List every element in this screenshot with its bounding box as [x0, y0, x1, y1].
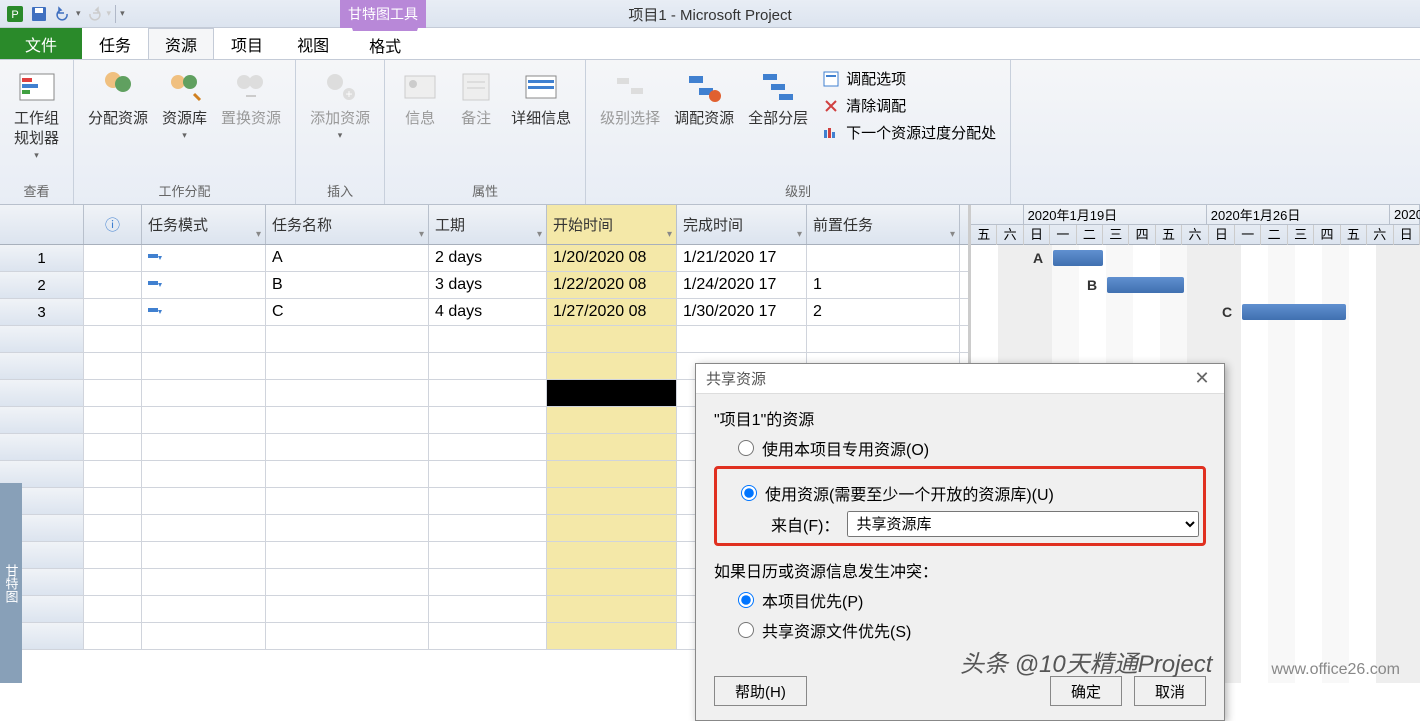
quick-access-toolbar: P ▾ ▾ ▾	[0, 0, 1420, 28]
replace-resource-icon	[230, 66, 272, 108]
header-start[interactable]: 开始时间▾	[547, 205, 677, 244]
tab-file[interactable]: 文件	[0, 28, 82, 59]
header-name[interactable]: 任务名称▾	[266, 205, 429, 244]
cancel-button[interactable]: 取消	[1134, 676, 1206, 706]
ribbon-group-insert: +添加资源 插入	[296, 60, 385, 204]
from-select[interactable]: 共享资源库	[847, 511, 1199, 537]
dialog-section-conflict: 如果日历或资源信息发生冲突： 本项目优先(P) 共享资源文件优先(S)	[714, 558, 1206, 642]
ribbon-tabs: 文件 任务 资源 项目 视图 格式	[0, 28, 1420, 60]
gantt-bar-label: A	[1033, 250, 1043, 266]
clear-level-button[interactable]: 清除调配	[816, 93, 1002, 118]
assign-resource-icon	[97, 66, 139, 108]
table-row[interactable]: 1 A 2 days 1/20/2020 08 1/21/2020 17	[0, 245, 968, 272]
svg-text:+: +	[346, 87, 353, 101]
radio-project-priority[interactable]: 本项目优先(P)	[738, 588, 1206, 612]
radio-use-resources[interactable]: 使用资源(需要至少一个开放的资源库)(U)	[741, 481, 1199, 505]
level-resource-button[interactable]: 调配资源	[668, 64, 740, 130]
next-overallocation-button[interactable]: 下一个资源过度分配处	[816, 120, 1002, 145]
svg-text:P: P	[11, 9, 18, 21]
details-button[interactable]: 详细信息	[505, 64, 577, 130]
header-info[interactable]: ⓘ	[84, 205, 142, 244]
ribbon: 工作组 规划器 查看 分配资源 资源库 置换资源 工作分配 +添加资源 插入 信…	[0, 60, 1420, 205]
grid-header: ⓘ 任务模式▾ 任务名称▾ 工期▾ 开始时间▾ 完成时间▾ 前置任务▾	[0, 205, 968, 245]
assign-resource-button[interactable]: 分配资源	[82, 64, 154, 130]
level-all-icon	[757, 66, 799, 108]
ribbon-group-level: 级别选择 调配资源 全部分层 调配选项 清除调配 下一个资源过度分配处 级别	[586, 60, 1011, 204]
level-resource-icon	[683, 66, 725, 108]
save-icon[interactable]	[28, 3, 50, 25]
add-resource-button: +添加资源	[304, 64, 376, 143]
dialog-section-resources: "项目1"的资源 使用本项目专用资源(O) 使用资源(需要至少一个开放的资源库)…	[714, 406, 1206, 546]
watermark-url: www.office26.com	[1271, 661, 1400, 679]
notes-button: 备注	[449, 64, 503, 130]
tab-resource[interactable]: 资源	[148, 28, 214, 59]
radio-own-resources[interactable]: 使用本项目专用资源(O)	[738, 436, 1206, 460]
header-mode[interactable]: 任务模式▾	[142, 205, 266, 244]
from-label: 来自(F)：	[771, 512, 839, 536]
highlight-box: 使用资源(需要至少一个开放的资源库)(U) 来自(F)： 共享资源库	[714, 466, 1206, 546]
redo-icon[interactable]	[83, 3, 105, 25]
ribbon-group-properties: 信息 备注 详细信息 属性	[385, 60, 586, 204]
gantt-bar-label: C	[1222, 304, 1232, 320]
app-icon[interactable]: P	[4, 3, 26, 25]
tab-project[interactable]: 项目	[214, 28, 280, 59]
view-label-gantt[interactable]: 甘特图	[0, 483, 22, 683]
next-icon	[822, 124, 840, 142]
ok-button[interactable]: 确定	[1050, 676, 1122, 706]
header-pred[interactable]: 前置任务▾	[807, 205, 960, 244]
info-button: 信息	[393, 64, 447, 130]
level-selection-icon	[609, 66, 651, 108]
gantt-header: 2020年1月19日 2020年1月26日 2020 五六日一二三四五六日一二三…	[971, 205, 1420, 245]
table-row[interactable]	[0, 326, 968, 353]
table-row[interactable]: 3 C 4 days 1/27/2020 08 1/30/2020 17 2	[0, 299, 968, 326]
tab-format[interactable]: 格式	[352, 28, 418, 59]
context-tab-gantt-tools: 甘特图工具	[340, 0, 426, 28]
level-all-button[interactable]: 全部分层	[742, 64, 814, 130]
gantt-bar[interactable]	[1242, 304, 1346, 320]
team-planner-button[interactable]: 工作组 规划器	[8, 64, 65, 163]
details-icon	[520, 66, 562, 108]
tab-task[interactable]: 任务	[82, 28, 148, 59]
gantt-bar-label: B	[1087, 277, 1097, 293]
clear-icon	[822, 97, 840, 115]
team-planner-icon	[16, 66, 58, 108]
options-icon	[822, 70, 840, 88]
gantt-bar[interactable]	[1053, 250, 1103, 266]
header-finish[interactable]: 完成时间▾	[677, 205, 807, 244]
gantt-date-3: 2020	[1390, 205, 1420, 225]
level-options-button[interactable]: 调配选项	[816, 66, 1002, 91]
resource-pool-button[interactable]: 资源库	[156, 64, 213, 143]
undo-icon[interactable]	[52, 3, 74, 25]
close-icon[interactable]: ✕	[1190, 367, 1214, 391]
add-resource-icon: +	[319, 66, 361, 108]
gantt-date-1: 2020年1月19日	[1024, 205, 1207, 225]
gantt-bar[interactable]	[1107, 277, 1184, 293]
tab-view[interactable]: 视图	[280, 28, 346, 59]
replace-resource-button: 置换资源	[215, 64, 287, 130]
header-blank[interactable]	[0, 205, 84, 244]
resource-pool-icon	[164, 66, 206, 108]
dialog-titlebar: 共享资源 ✕	[696, 364, 1224, 394]
ribbon-group-assignment: 分配资源 资源库 置换资源 工作分配	[74, 60, 296, 204]
help-button[interactable]: 帮助(H)	[714, 676, 807, 706]
ribbon-group-view: 工作组 规划器 查看	[0, 60, 74, 204]
radio-shared-priority[interactable]: 共享资源文件优先(S)	[738, 618, 1206, 642]
notes-icon	[455, 66, 497, 108]
watermark: 头条 @10天精通Project	[960, 644, 1212, 679]
table-row[interactable]: 2 B 3 days 1/22/2020 08 1/24/2020 17 1	[0, 272, 968, 299]
level-selection-button: 级别选择	[594, 64, 666, 130]
info-icon	[399, 66, 441, 108]
gantt-date-2: 2020年1月26日	[1207, 205, 1390, 225]
header-duration[interactable]: 工期▾	[429, 205, 547, 244]
